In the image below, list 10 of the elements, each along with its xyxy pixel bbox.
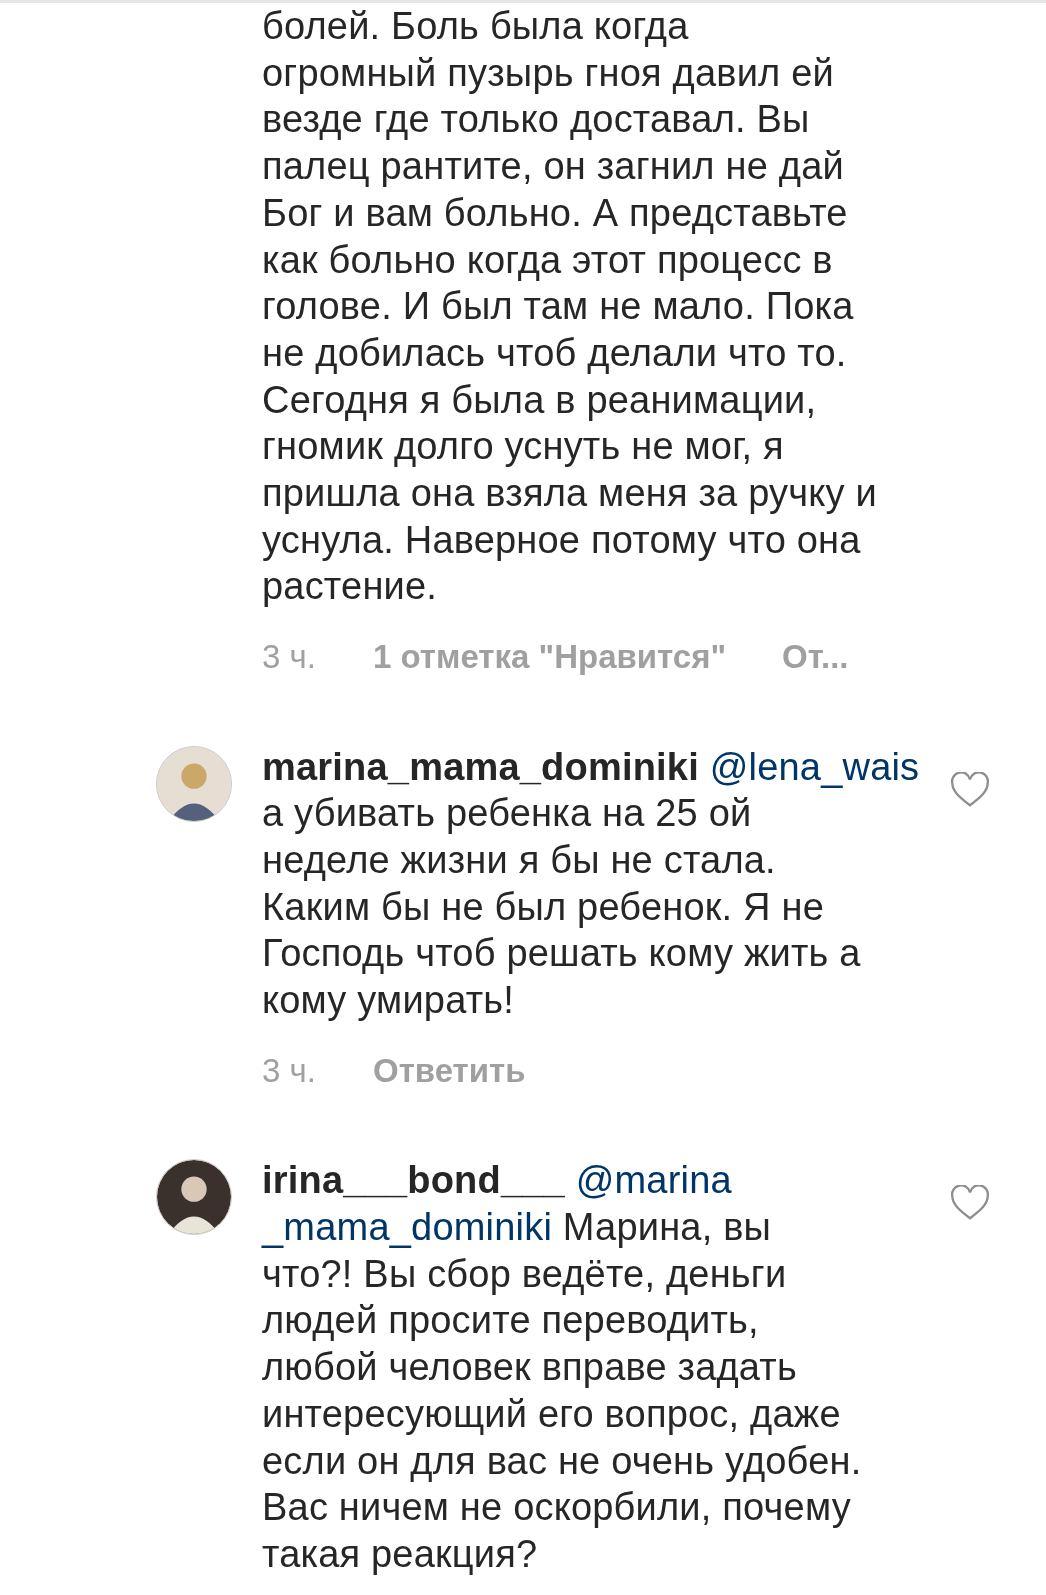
heart-icon[interactable] <box>950 1185 990 1222</box>
reply-link[interactable]: Ответить <box>373 1045 526 1096</box>
comment-text: irina___bond___ @marina _mama_dominiki Марина, вы что?! Вы сбор ведёте, деньги людей просите переводить, любой человек вправе задать интересующий его вопрос, даже если он для вас не очень удобен. Вас ничем не оскорбили, почему такая реакция? <box>262 1158 863 1577</box>
comment-text: болей. Боль была когда огромный пузырь гноя давил ей везде где только доставал. Вы палец рантите, он загнил не дай Бог и вам больно. А представьте как больно когда этот процесс в голове. И был там не мало. Пока не добилась чтоб делали что то. Сегодня я была в реанимации, гномик долго уснуть не мог, я пришла она взяла меня за ручку и уснула. Наверное потому что она растение. <box>262 4 878 610</box>
comment-time: 3 ч. <box>262 1050 317 1091</box>
heart-icon[interactable] <box>950 771 990 808</box>
comment-time: 3 ч. <box>262 637 317 678</box>
likes-link[interactable]: 1 отметка "Нравится" <box>373 632 727 682</box>
reply-link[interactable]: От... <box>782 632 849 682</box>
comment-text: marina_mama_dominiki @lena_wais а убивать ребенка на 25 ой неделе жизни я бы не стала. Каким бы не был ребенок. Я не Господь чтоб решать кому жить а кому умирать! <box>262 744 921 1024</box>
